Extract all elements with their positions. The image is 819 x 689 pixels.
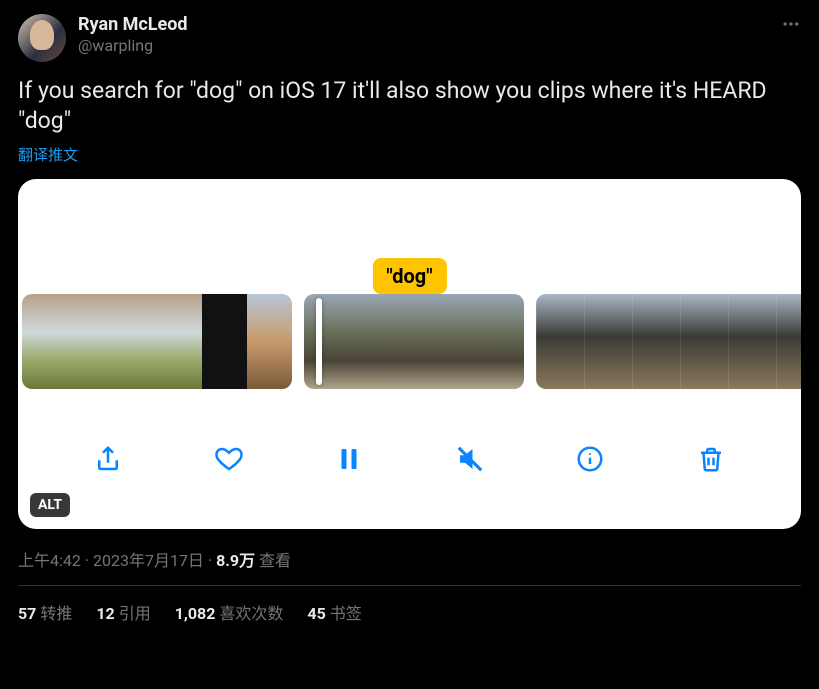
tweet-text: If you search for "dog" on iOS 17 it'll … xyxy=(18,76,801,136)
tweet-time: 上午4:42 xyxy=(18,551,81,570)
tweet-header: Ryan McLeod @warpling xyxy=(18,14,801,62)
info-button[interactable] xyxy=(570,439,610,479)
thumbnail xyxy=(247,294,292,389)
quotes-count: 12 xyxy=(96,604,114,623)
quotes-stat[interactable]: 12 引用 xyxy=(96,600,150,624)
thumbnail xyxy=(469,294,524,389)
avatar[interactable] xyxy=(18,14,66,62)
bookmarks-count: 45 xyxy=(307,604,325,623)
thumbnail xyxy=(112,294,157,389)
bookmarks-label: 书签 xyxy=(330,604,362,623)
thumbnail xyxy=(536,294,584,389)
media-attachment[interactable]: "dog" xyxy=(18,179,801,529)
thumbnail xyxy=(584,294,632,389)
more-icon[interactable] xyxy=(781,14,801,39)
retweets-label: 转推 xyxy=(40,604,72,623)
translate-link[interactable]: 翻译推文 xyxy=(18,144,801,165)
trash-icon xyxy=(696,444,726,474)
display-name: Ryan McLeod xyxy=(78,14,188,36)
tweet-date: 2023年7月17日 xyxy=(93,551,204,570)
like-button[interactable] xyxy=(209,439,249,479)
thumbnail xyxy=(359,294,414,389)
clip-group-3[interactable] xyxy=(536,294,801,389)
playhead-icon[interactable] xyxy=(316,298,322,385)
retweets-stat[interactable]: 57转推 xyxy=(18,600,72,624)
user-name-block[interactable]: Ryan McLeod @warpling xyxy=(78,14,188,55)
trash-button[interactable] xyxy=(691,439,731,479)
pause-button[interactable] xyxy=(329,439,369,479)
likes-count: 1,082 xyxy=(175,604,216,623)
thumbnail xyxy=(304,294,359,389)
media-toolbar xyxy=(18,389,801,529)
thumbnail xyxy=(632,294,680,389)
tweet-meta[interactable]: 上午4:42 · 2023年7月17日 · 8.9万 查看 xyxy=(18,547,801,571)
thumbnail xyxy=(202,294,247,389)
heart-icon xyxy=(214,444,244,474)
media-header-area: "dog" xyxy=(18,179,801,294)
share-icon xyxy=(93,444,123,474)
likes-stat[interactable]: 1,082喜欢次数 xyxy=(175,600,284,624)
separator: · xyxy=(204,551,216,570)
separator: · xyxy=(81,551,93,570)
thumbnail xyxy=(414,294,469,389)
thumbnail xyxy=(157,294,202,389)
mute-icon xyxy=(455,444,485,474)
thumbnail xyxy=(776,294,801,389)
alt-badge[interactable]: ALT xyxy=(30,493,70,517)
pause-icon xyxy=(334,444,364,474)
bookmarks-stat[interactable]: 45 书签 xyxy=(307,600,361,624)
info-icon xyxy=(575,444,605,474)
retweets-count: 57 xyxy=(18,604,36,623)
views-label: 查看 xyxy=(259,551,291,570)
user-handle: @warpling xyxy=(78,36,188,55)
caption-badge: "dog" xyxy=(372,258,446,294)
mute-button[interactable] xyxy=(450,439,490,479)
clip-group-1[interactable] xyxy=(22,294,292,389)
thumbnail xyxy=(67,294,112,389)
quotes-label: 引用 xyxy=(119,604,151,623)
thumbnail xyxy=(728,294,776,389)
tweet-stats: 57转推 12 引用 1,082喜欢次数 45 书签 xyxy=(18,586,801,624)
clip-group-2[interactable] xyxy=(304,294,524,389)
views-count: 8.9万 xyxy=(216,551,255,570)
likes-label: 喜欢次数 xyxy=(219,604,283,623)
share-button[interactable] xyxy=(88,439,128,479)
video-timeline[interactable] xyxy=(18,294,801,389)
thumbnail xyxy=(22,294,67,389)
thumbnail xyxy=(680,294,728,389)
tweet-container: Ryan McLeod @warpling If you search for … xyxy=(0,0,819,634)
